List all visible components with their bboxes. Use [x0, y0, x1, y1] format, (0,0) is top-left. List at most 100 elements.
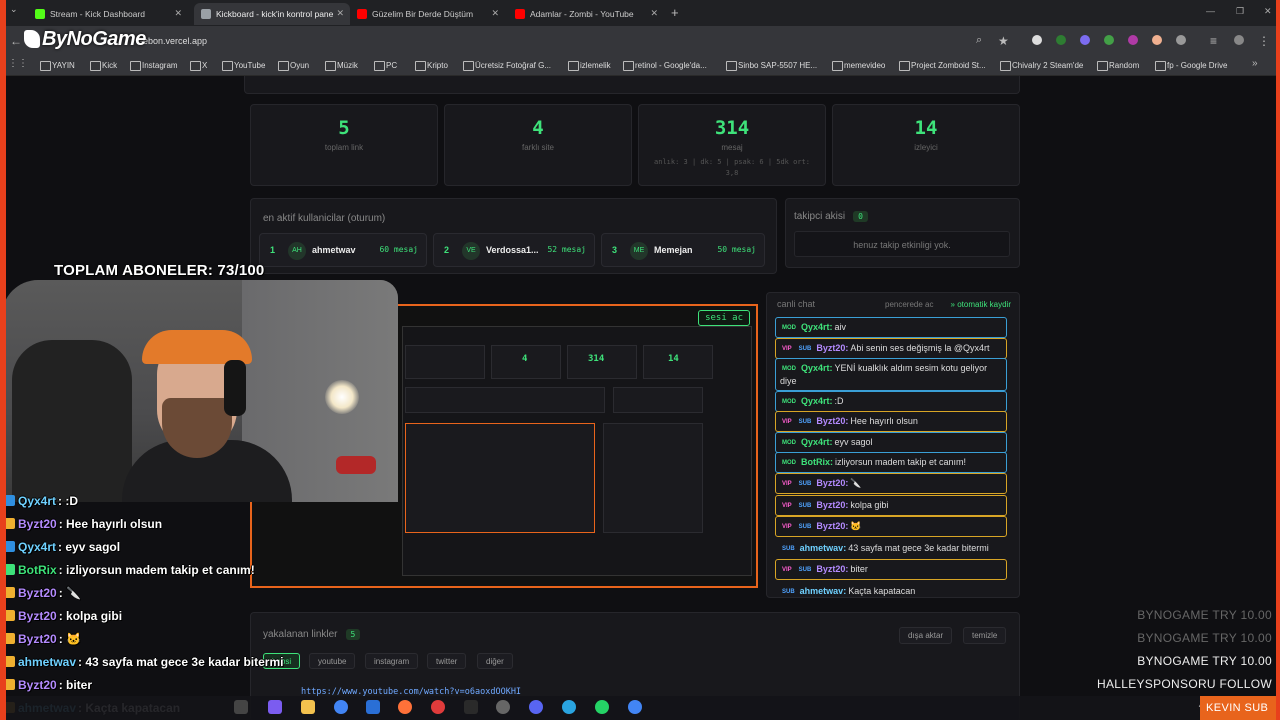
bookmark-item[interactable]: Random — [1097, 61, 1139, 71]
chrome-icon[interactable] — [334, 700, 348, 714]
discord-icon[interactable] — [529, 700, 543, 714]
close-icon[interactable]: ✕ — [174, 8, 182, 19]
bookmark-item[interactable]: X — [190, 61, 207, 71]
bookmark-item[interactable]: Kripto — [415, 61, 448, 71]
close-window-icon[interactable]: ✕ — [1264, 6, 1272, 17]
more-bookmarks-icon[interactable]: » — [1252, 58, 1258, 69]
chat-username[interactable]: Byzt20: — [816, 416, 848, 426]
file-explorer-icon[interactable] — [301, 700, 315, 714]
chat-username[interactable]: BotRix: — [801, 457, 833, 467]
puzzle-icon[interactable] — [1176, 35, 1186, 45]
overlay-chat-line: Byzt20: 🔪 — [4, 586, 304, 600]
profile-avatar[interactable] — [1234, 35, 1244, 45]
back-icon[interactable]: ← — [10, 34, 22, 48]
extension-icon[interactable] — [1056, 35, 1066, 45]
bookmark-item[interactable]: PC — [374, 61, 397, 71]
screen: ⌄ Stream - Kick Dashboard ✕ Kickboard - … — [0, 0, 1280, 720]
apps-grid-icon[interactable]: ⋮⋮ — [8, 58, 28, 69]
chat-username[interactable]: ahmetwav: — [800, 543, 847, 553]
overlay-chat-text: : Hee hayırlı olsun — [58, 517, 163, 531]
bookmark-item[interactable]: fp - Google Drive — [1155, 61, 1227, 71]
unmute-button[interactable]: sesi ac — [698, 310, 750, 326]
chat-username[interactable]: Byzt20: — [816, 478, 848, 488]
tab-guzelim[interactable]: Güzelim Bir Derde Düştüm ✕ — [350, 3, 505, 25]
filter-youtube[interactable]: youtube — [309, 653, 356, 669]
copilot-icon[interactable] — [268, 700, 282, 714]
obs-icon[interactable] — [496, 700, 510, 714]
maximize-icon[interactable]: ❐ — [1236, 6, 1244, 17]
bookmark-item[interactable]: Chivalry 2 Steam'de — [1000, 61, 1083, 71]
user-name: ahmetwav — [312, 245, 356, 255]
extension-icon[interactable] — [1152, 35, 1162, 45]
chat-message: VIP SUB Byzt20: biter — [775, 558, 1007, 580]
menu-icon[interactable]: ⋮ — [1258, 34, 1270, 48]
filter-instagram[interactable]: instagram — [365, 653, 419, 669]
chat-username[interactable]: Byzt20: — [816, 500, 848, 510]
extension-icon[interactable] — [1080, 35, 1090, 45]
active-user-row[interactable]: 3 ME Memejan 50 mesaj — [601, 233, 765, 267]
new-tab-icon[interactable]: + — [671, 5, 679, 20]
bookmark-item[interactable]: YAYIN — [40, 61, 75, 71]
overlay-chat-text: : eyv sagol — [58, 540, 121, 554]
tab-kickboard[interactable]: Kickboard - kick'in kontrol pane ✕ — [194, 3, 350, 25]
export-button[interactable]: dışa aktar — [899, 627, 953, 644]
extension-icon[interactable] — [1128, 35, 1138, 45]
bookmark-item[interactable]: izlemelik — [568, 61, 611, 71]
chat-username[interactable]: Qyx4rt: — [801, 437, 833, 447]
shield-icon[interactable] — [1104, 35, 1114, 45]
chat-username[interactable]: Byzt20: — [816, 343, 848, 353]
telegram-icon[interactable] — [562, 700, 576, 714]
active-user-row[interactable]: 2 VE Verdossa1... 52 mesaj — [433, 233, 595, 267]
mail-icon[interactable] — [366, 700, 380, 714]
close-icon[interactable]: ✕ — [650, 8, 658, 19]
empty-state: henuz takip etkinligi yok. — [794, 231, 1010, 257]
sub-badge: SUB — [798, 419, 812, 425]
bookmark-item[interactable]: Project Zomboid St... — [899, 61, 986, 71]
chat-username[interactable]: ahmetwav: — [800, 586, 847, 596]
chat-username[interactable]: Qyx4rt: — [801, 322, 833, 332]
task-view-icon[interactable] — [234, 700, 248, 714]
streamer-name-tag: KEVIN SUB — [1200, 696, 1280, 720]
chat-username[interactable]: Qyx4rt: — [801, 363, 833, 373]
bookmark-item[interactable]: memevideo — [832, 61, 885, 71]
extension-icon[interactable] — [1032, 35, 1042, 45]
close-icon[interactable]: ✕ — [491, 8, 499, 19]
bookmark-item[interactable]: YouTube — [222, 61, 265, 71]
chat-text: eyv sagol — [834, 436, 873, 447]
minimize-icon[interactable]: — — [1206, 6, 1215, 16]
bookmark-item[interactable]: Müzik — [325, 61, 358, 71]
autoscroll-toggle[interactable]: » otomatik kaydir — [951, 300, 1011, 309]
bookmark-item[interactable]: Kick — [90, 61, 117, 71]
tab-adamlar[interactable]: Adamlar - Zombi - YouTube ✕ — [508, 3, 664, 25]
opera-icon[interactable] — [431, 700, 445, 714]
preview-stat — [405, 345, 485, 379]
firefox-icon[interactable] — [398, 700, 412, 714]
media-icon[interactable]: ≡ — [1210, 34, 1217, 48]
bookmark-item[interactable]: Instagram — [130, 61, 178, 71]
tab-title: Adamlar - Zombi - YouTube — [530, 9, 634, 19]
filter-other[interactable]: diğer — [477, 653, 513, 669]
terminal-icon[interactable] — [464, 700, 478, 714]
chat-username[interactable]: Byzt20: — [816, 564, 848, 574]
chrome-icon[interactable] — [628, 700, 642, 714]
bookmark-item[interactable]: Oyun — [278, 61, 309, 71]
bookmark-item[interactable]: Ücretsiz Fotoğraf G... — [463, 61, 551, 71]
chat-text: 43 sayfa mat gece 3e kadar bitermi — [848, 543, 989, 553]
whatsapp-icon[interactable] — [595, 700, 609, 714]
url-field[interactable]: -ebon.vercel.app — [140, 36, 207, 46]
active-user-row[interactable]: 1 AH ahmetwav 60 mesaj — [259, 233, 427, 267]
tab-search-icon[interactable]: ⌄ — [10, 4, 18, 15]
chat-username[interactable]: Byzt20: — [816, 521, 848, 531]
clear-button[interactable]: temizle — [963, 627, 1007, 644]
filter-twitter[interactable]: twitter — [427, 653, 467, 669]
chat-message: VIP SUB Byzt20: Abi senin ses değişmiş la @… — [775, 337, 1007, 359]
close-icon[interactable]: ✕ — [336, 8, 344, 19]
chat-username[interactable]: Qyx4rt: — [801, 396, 833, 406]
bookmark-item[interactable]: retinol - Google'da... — [623, 61, 707, 71]
zoom-icon[interactable]: ⌕ — [976, 34, 982, 47]
vip-badge: VIP — [782, 523, 792, 530]
popout-chat-button[interactable]: pencerede ac — [885, 300, 933, 309]
tab-kick-dashboard[interactable]: Stream - Kick Dashboard ✕ — [28, 3, 188, 25]
bookmark-star-icon[interactable]: ★ — [998, 34, 1009, 48]
bookmark-item[interactable]: Sinbo SAP-5507 HE... — [726, 61, 817, 71]
